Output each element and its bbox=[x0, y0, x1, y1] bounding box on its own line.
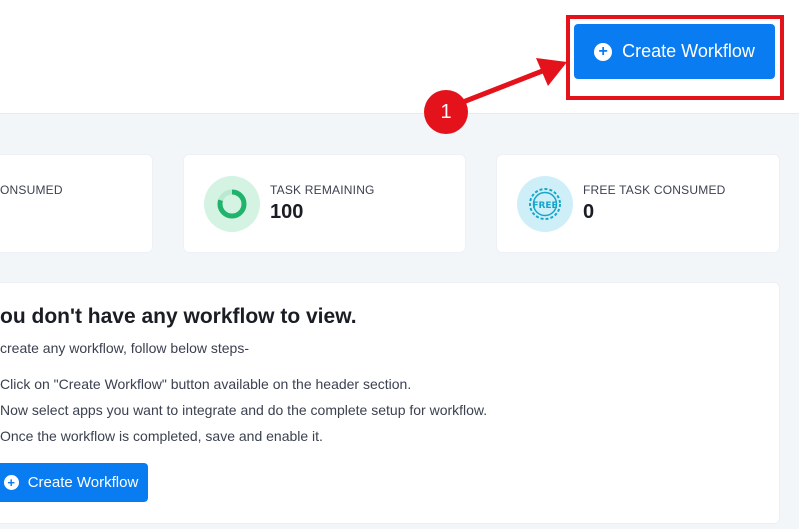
svg-text:FREE: FREE bbox=[532, 201, 557, 211]
progress-ring-icon bbox=[204, 176, 260, 232]
stat-card-consumed: ONSUMED bbox=[0, 155, 152, 252]
stat-label: ONSUMED bbox=[0, 183, 63, 197]
stat-card-task-remaining: TASK REMAINING 100 bbox=[184, 155, 465, 252]
plus-circle-icon: + bbox=[3, 475, 19, 490]
empty-state-intro: create any workflow, follow below steps- bbox=[0, 340, 249, 356]
stat-card-free-task-consumed: FREE FREE TASK CONSUMED 0 bbox=[497, 155, 779, 252]
empty-state-step: Once the workflow is completed, save and… bbox=[0, 428, 323, 444]
empty-state-step: Now select apps you want to integrate an… bbox=[0, 402, 488, 418]
stat-value: 0 bbox=[583, 201, 595, 223]
empty-state-title: ou don't have any workflow to view. bbox=[0, 305, 357, 328]
create-workflow-label: Create Workflow bbox=[27, 474, 139, 491]
highlight-box bbox=[566, 15, 784, 100]
step-number-badge: 1 bbox=[424, 90, 468, 134]
stat-label: FREE TASK CONSUMED bbox=[583, 183, 726, 197]
create-workflow-button-secondary[interactable]: + Create Workflow bbox=[0, 463, 148, 502]
empty-state-step: Click on "Create Workflow" button availa… bbox=[0, 376, 412, 392]
stat-label: TASK REMAINING bbox=[270, 183, 375, 197]
stat-value: 100 bbox=[270, 201, 304, 223]
free-badge-icon: FREE bbox=[517, 176, 573, 232]
